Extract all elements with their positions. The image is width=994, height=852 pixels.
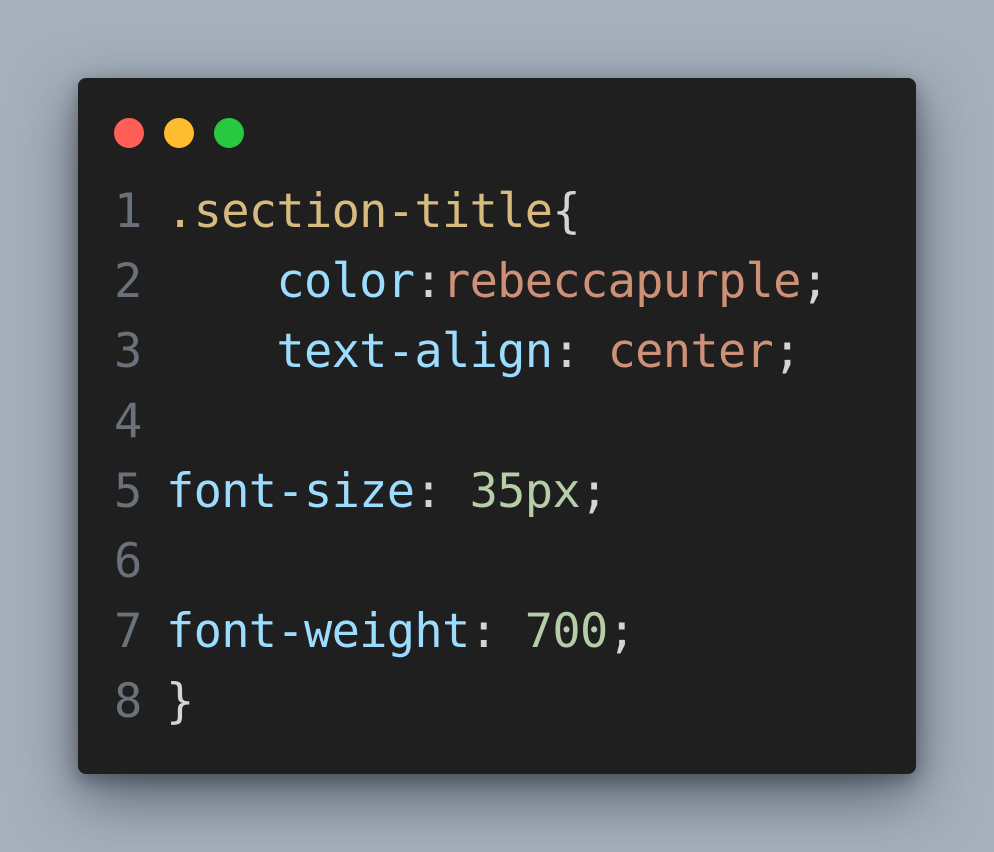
code-token-string: center [607,324,774,379]
code-token-punctuation: : [414,464,470,519]
line-content: font-weight: 700; [166,597,636,667]
code-token-punctuation: ; [579,464,608,519]
code-token-string: rebeccapurple [441,254,801,309]
line-number: 1 [114,184,142,239]
code-token-punctuation: } [166,674,194,729]
code-token-punctuation: ; [800,254,829,309]
code-token-property: font-weight [166,604,470,659]
code-token-property: text-align [276,324,553,379]
line-content: font-size: 35px; [166,457,608,527]
code-block: 1 .section-title{2 color:rebeccapurple; 3 … [78,177,916,757]
code-token-punctuation: { [552,184,580,239]
line-number: 3 [114,324,142,379]
code-token-punctuation: : [469,604,525,659]
code-token-property: font-size [166,464,415,519]
code-token-punctuation: : [552,324,608,379]
line-number: 4 [114,394,142,449]
line-number: 5 [114,464,142,519]
line-content: .section-title{ [166,177,581,247]
line-content: color:rebeccapurple; [166,247,829,317]
code-window: 1 .section-title{2 color:rebeccapurple; 3 … [78,78,916,774]
minimize-window-button[interactable] [164,118,194,148]
line-content: } [166,667,194,737]
close-window-button[interactable] [114,118,144,148]
code-token-selector: .section-title [166,184,553,239]
line-content: text-align: center; [166,317,801,387]
code-token-punctuation: ; [607,604,636,659]
line-number: 2 [114,254,142,309]
code-token-punctuation: : [414,254,442,309]
line-number: 7 [114,604,142,659]
code-token-property: color [276,254,415,309]
zoom-window-button[interactable] [214,118,244,148]
code-token-punctuation: ; [773,324,801,379]
line-number: 6 [114,534,142,589]
code-token-number: 700 [524,604,608,659]
line-number: 8 [114,674,142,729]
code-token-number: 35px [469,464,581,519]
